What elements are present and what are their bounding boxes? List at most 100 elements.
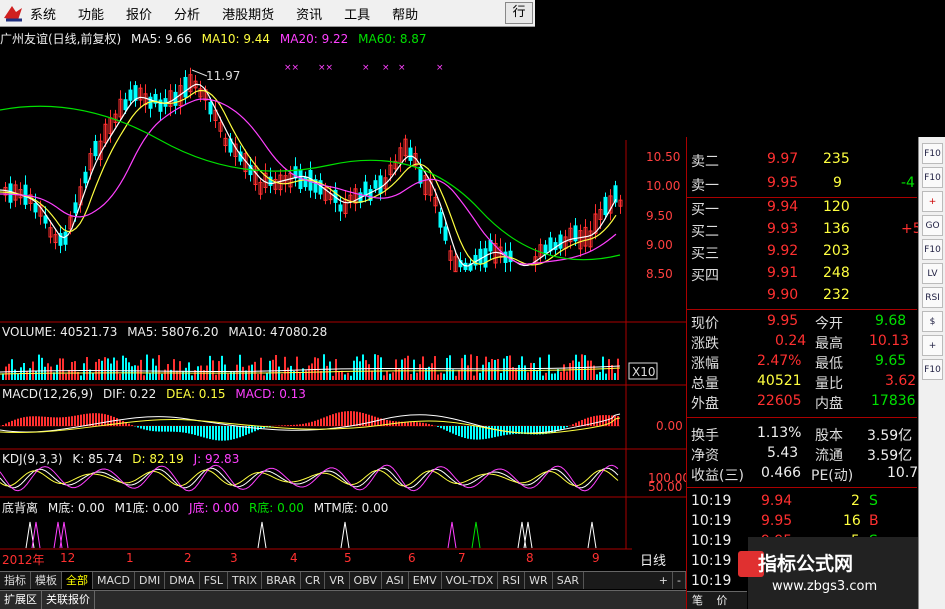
tab-price[interactable]: 价 xyxy=(712,594,733,607)
toolbar-button-6[interactable]: LV xyxy=(922,263,943,284)
volume-bar xyxy=(605,373,607,380)
macd-bar xyxy=(191,426,193,435)
toolbar-button-2[interactable]: F10 xyxy=(922,167,943,188)
sell2-price: 9.97 xyxy=(767,151,799,167)
volume-bar xyxy=(11,359,13,380)
volume-info: VOLUME: 40521.73 MA5: 58076.20 MA10: 470… xyxy=(2,325,327,339)
toolbar-button-8[interactable]: $ xyxy=(922,311,943,332)
macd-bar xyxy=(566,426,568,428)
volume-bar xyxy=(275,355,277,380)
volume-bar xyxy=(455,375,457,380)
volume-bar xyxy=(245,370,247,380)
x-tick-6: 6 xyxy=(408,551,416,565)
status-related-quote[interactable]: 关联报价 xyxy=(42,591,95,609)
buy2-price: 9.93 xyxy=(767,221,799,237)
macd-bar xyxy=(593,416,595,426)
volume-bar xyxy=(443,373,445,380)
macd-bar xyxy=(203,426,205,438)
tick-volume: 16 xyxy=(843,513,861,529)
volume-bar xyxy=(107,358,109,380)
toolbar-button-10[interactable]: F10 xyxy=(922,359,943,380)
status-extension-area[interactable]: 扩展区 xyxy=(0,591,42,609)
tab-wr[interactable]: WR xyxy=(525,572,553,589)
volume-bar xyxy=(26,370,28,380)
macd-dea: DEA: 0.15 xyxy=(166,387,225,401)
candle xyxy=(208,101,213,115)
volume-bar xyxy=(518,364,520,380)
toolbar-button-5[interactable]: F10 xyxy=(922,239,943,260)
tab-brar[interactable]: BRAR xyxy=(262,572,302,589)
macd-bar xyxy=(212,426,214,440)
price-tick-850: 8.50 xyxy=(646,267,673,281)
tab-template[interactable]: 模板 xyxy=(31,572,62,589)
tab-indicator[interactable]: 指标 xyxy=(0,572,31,589)
tab-trix[interactable]: TRIX xyxy=(228,572,263,589)
toolbar-button-1[interactable]: F10 xyxy=(922,143,943,164)
volume-bar xyxy=(287,367,289,380)
volume-bar xyxy=(467,365,469,380)
kdj-info: KDJ(9,3,3) K: 85.74 D: 82.19 J: 92.83 xyxy=(2,452,239,466)
tab-emv[interactable]: EMV xyxy=(409,572,442,589)
candle xyxy=(363,181,368,196)
macd-bar xyxy=(338,412,340,426)
tab-zoom-out[interactable]: - xyxy=(673,572,686,589)
volume-bar xyxy=(263,375,265,380)
macd-bar xyxy=(467,426,469,439)
period-label[interactable]: 日线 xyxy=(640,550,666,569)
tick-time: 10:19 xyxy=(691,553,732,569)
macd-title: MACD(12,26,9) xyxy=(2,387,93,401)
x-tick-9: 9 xyxy=(592,551,600,565)
tab-zoom-in[interactable]: + xyxy=(655,572,674,589)
volume-bar xyxy=(140,359,142,380)
volume-bar xyxy=(536,370,538,380)
stat-label-volume: 总量 xyxy=(691,376,719,392)
tab-obv[interactable]: OBV xyxy=(350,572,382,589)
volume-bar xyxy=(329,361,331,380)
macd-bar xyxy=(563,426,565,429)
tab-dmi[interactable]: DMI xyxy=(135,572,166,589)
svg-text:×: × xyxy=(436,63,444,73)
x-tick-8: 8 xyxy=(526,551,534,565)
tab-vr[interactable]: VR xyxy=(325,572,350,589)
candle xyxy=(33,203,38,213)
tab-all[interactable]: 全部 xyxy=(62,572,93,589)
volume-bar xyxy=(371,370,373,380)
tab-macd[interactable]: MACD xyxy=(93,572,135,589)
macd-bar xyxy=(578,421,580,426)
volume-bar xyxy=(548,354,550,380)
x-tick-12: 12 xyxy=(60,551,76,565)
tab-dma[interactable]: DMA xyxy=(165,572,200,589)
macd-bar xyxy=(137,426,139,428)
divergence-m: M底: 0.00 xyxy=(48,500,105,515)
macd-bar xyxy=(221,426,223,441)
toolbar-button-3[interactable]: + xyxy=(922,191,943,212)
volume-bar xyxy=(305,370,307,380)
x-tick-year: 2012年 xyxy=(2,553,45,567)
volume-bar xyxy=(266,372,268,380)
toolbar-button-9[interactable]: + xyxy=(922,335,943,356)
kline-chart-area[interactable]: 10.50 10.00 9.50 9.00 8.50 11.97 ×× ×× × ×… xyxy=(0,0,686,571)
macd-bar xyxy=(128,423,130,426)
volume-bar xyxy=(47,363,49,380)
macd-bar xyxy=(491,426,493,438)
buy4-price: 9.91 xyxy=(767,265,799,281)
tab-vol-tdx[interactable]: VOL-TDX xyxy=(442,572,499,589)
tab-rsi[interactable]: RSI xyxy=(498,572,526,589)
toolbar-button-7[interactable]: RSI xyxy=(922,287,943,308)
tab-fsl[interactable]: FSL xyxy=(200,572,228,589)
macd-bar xyxy=(302,423,304,426)
volume-bar xyxy=(65,373,67,380)
toolbar-button-4[interactable]: GO xyxy=(922,215,943,236)
macd-bar xyxy=(371,415,373,426)
tab-asi[interactable]: ASI xyxy=(382,572,409,589)
divergence-title: 底背离 xyxy=(2,500,38,515)
tab-cr[interactable]: CR xyxy=(301,572,326,589)
macd-bar xyxy=(65,416,67,426)
divergence-info: 底背离 M底: 0.00 M1底: 0.00 J底: 0.00 R底: 0.00… xyxy=(2,500,388,515)
volume-bar xyxy=(167,364,169,380)
candle xyxy=(123,99,128,111)
tab-sar[interactable]: SAR xyxy=(553,572,585,589)
volume-bar xyxy=(599,371,601,380)
macd-bar xyxy=(323,417,325,426)
tab-ticks[interactable]: 笔 xyxy=(687,594,708,607)
